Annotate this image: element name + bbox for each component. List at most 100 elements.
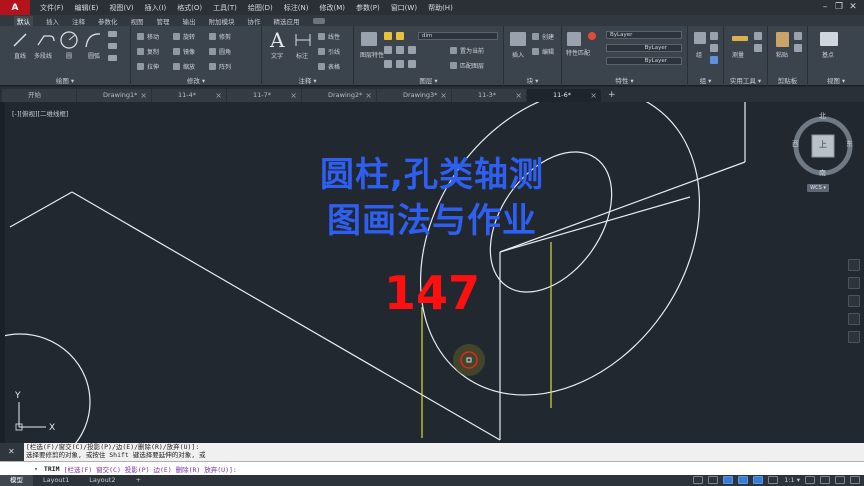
clipboard-panel-title[interactable]: 剪贴板: [768, 75, 807, 85]
insert-block-icon[interactable]: [510, 32, 526, 46]
workspace-gear-icon[interactable]: [805, 476, 815, 484]
viewport-controls-label[interactable]: [-][俯视][二维线框]: [12, 108, 69, 118]
view-panel-title[interactable]: 视图 ▾: [808, 75, 864, 85]
command-options[interactable]: [栏选(F) 窗交(C) 投影(P) 边(E) 删除(R) 放弃(U)]:: [64, 464, 237, 474]
menu-item[interactable]: 编辑(E): [75, 3, 99, 13]
ortho-toggle-icon[interactable]: [723, 476, 734, 484]
scale-button[interactable]: 缩放: [173, 62, 195, 71]
close-button[interactable]: ✕: [846, 1, 860, 14]
fullscreen-icon[interactable]: [835, 476, 845, 484]
grid-toggle-icon[interactable]: [693, 476, 704, 484]
autocad-logo-icon[interactable]: A: [0, 0, 30, 15]
measure-icon[interactable]: [732, 36, 748, 41]
menu-item[interactable]: 窗口(W): [391, 3, 417, 13]
zoom-extents-icon[interactable]: [848, 295, 860, 307]
utility-tool-icon[interactable]: [754, 32, 762, 40]
match-properties-icon[interactable]: [567, 32, 581, 46]
layer-dropdown[interactable]: dim: [418, 32, 498, 40]
sun-icon[interactable]: [396, 32, 404, 40]
utility-tool-icon[interactable]: [754, 44, 762, 52]
close-tab-icon[interactable]: ×: [365, 89, 372, 102]
lightbulb-icon[interactable]: [384, 32, 392, 40]
make-current-button[interactable]: 置为当前: [450, 46, 484, 55]
layout-tab[interactable]: Layout2: [79, 475, 125, 486]
ribbon-tab[interactable]: 精选应用: [274, 16, 300, 26]
document-tab[interactable]: 11-6* ×: [527, 89, 601, 102]
rotate-button[interactable]: 旋转: [173, 32, 195, 41]
hatch-icon[interactable]: [108, 43, 117, 49]
document-tab[interactable]: 开始: [2, 89, 76, 102]
restore-button[interactable]: ❐: [832, 1, 846, 14]
layer-tool-icon[interactable]: [408, 60, 416, 68]
close-tab-icon[interactable]: ×: [290, 89, 297, 102]
document-tab[interactable]: 11-4* ×: [152, 89, 226, 102]
ribbon-toggle-icon[interactable]: [312, 17, 325, 24]
lineweight-dropdown[interactable]: ByLayer: [606, 57, 682, 65]
linear-dim-button[interactable]: 线性: [318, 32, 340, 41]
group-tool-icon[interactable]: [710, 44, 718, 52]
layer-tool-icon[interactable]: [408, 46, 416, 54]
minimize-button[interactable]: –: [818, 1, 832, 14]
close-tab-icon[interactable]: ×: [515, 89, 522, 102]
copy-button[interactable]: 复制: [137, 47, 159, 56]
circle-icon[interactable]: [59, 30, 79, 50]
cut-clip-icon[interactable]: [794, 44, 802, 52]
document-tab[interactable]: 11-7* ×: [227, 89, 301, 102]
lineweight-toggle-icon[interactable]: [768, 476, 779, 484]
ribbon-tab[interactable]: 视图: [131, 16, 144, 26]
layer-properties-icon[interactable]: [361, 32, 377, 46]
ribbon-tab[interactable]: 附加模块: [209, 16, 235, 26]
menu-icon[interactable]: [850, 476, 860, 484]
close-tab-icon[interactable]: ×: [590, 89, 597, 102]
group-select-icon[interactable]: [710, 56, 718, 64]
command-dropdown-icon[interactable]: ▾: [34, 465, 38, 473]
layer-tool-icon[interactable]: [396, 46, 404, 54]
close-tab-icon[interactable]: ×: [140, 89, 147, 102]
viewcube-south-label[interactable]: 南: [819, 168, 826, 178]
document-tab[interactable]: Drawing3* ×: [377, 89, 451, 102]
layer-tool-icon[interactable]: [384, 60, 392, 68]
polar-toggle-icon[interactable]: [738, 476, 749, 484]
layout-tab[interactable]: Layout1: [33, 475, 79, 486]
new-tab-button[interactable]: +: [602, 89, 616, 102]
add-layout-button[interactable]: +: [125, 475, 150, 486]
modify-panel-title[interactable]: 修改 ▾: [131, 75, 261, 85]
color-dropdown[interactable]: ByLayer: [606, 31, 682, 39]
ribbon-tab[interactable]: 默认: [14, 15, 33, 26]
menu-item[interactable]: 插入(I): [145, 3, 167, 13]
create-block-button[interactable]: 创建: [532, 32, 554, 41]
polyline-icon[interactable]: [36, 32, 56, 48]
draw-panel-title[interactable]: 绘图 ▾: [0, 75, 130, 85]
document-tab[interactable]: 11-3* ×: [452, 89, 526, 102]
viewcube-north-label[interactable]: 北: [819, 111, 826, 121]
menu-item[interactable]: 帮助(H): [428, 3, 453, 13]
customization-icon[interactable]: [820, 476, 830, 484]
full-navigation-wheel-icon[interactable]: [848, 259, 860, 271]
color-wheel-icon[interactable]: [588, 32, 596, 40]
edit-block-button[interactable]: 编辑: [532, 47, 554, 56]
command-line[interactable]: ▾ TRIM [栏选(F) 窗交(C) 投影(P) 边(E) 删除(R) 放弃(…: [0, 461, 864, 475]
ribbon-tab[interactable]: 管理: [157, 16, 170, 26]
linetype-dropdown[interactable]: ByLayer: [606, 44, 682, 52]
ribbon-tab[interactable]: 输出: [183, 16, 196, 26]
close-command-icon[interactable]: ✕: [8, 447, 15, 456]
group-tool-icon[interactable]: [710, 32, 718, 40]
menu-item[interactable]: 文件(F): [40, 3, 64, 13]
orbit-icon[interactable]: [848, 313, 860, 325]
groups-panel-title[interactable]: 组 ▾: [688, 75, 723, 85]
ellipse-icon[interactable]: [108, 55, 117, 61]
utilities-panel-title[interactable]: 实用工具 ▾: [724, 75, 767, 85]
document-tab[interactable]: Drawing2* ×: [302, 89, 376, 102]
close-tab-icon[interactable]: ×: [440, 89, 447, 102]
layer-tool-icon[interactable]: [384, 46, 392, 54]
menu-item[interactable]: 工具(T): [213, 3, 237, 13]
pan-icon[interactable]: [848, 277, 860, 289]
move-button[interactable]: 移动: [137, 32, 159, 41]
leader-button[interactable]: 引线: [318, 47, 340, 56]
copy-clip-icon[interactable]: [794, 32, 802, 40]
menu-item[interactable]: 绘图(D): [248, 3, 273, 13]
ribbon-tab[interactable]: 协作: [248, 16, 261, 26]
menu-item[interactable]: 参数(P): [356, 3, 380, 13]
menu-item[interactable]: 视图(V): [109, 3, 133, 13]
base-view-icon[interactable]: [820, 32, 838, 46]
